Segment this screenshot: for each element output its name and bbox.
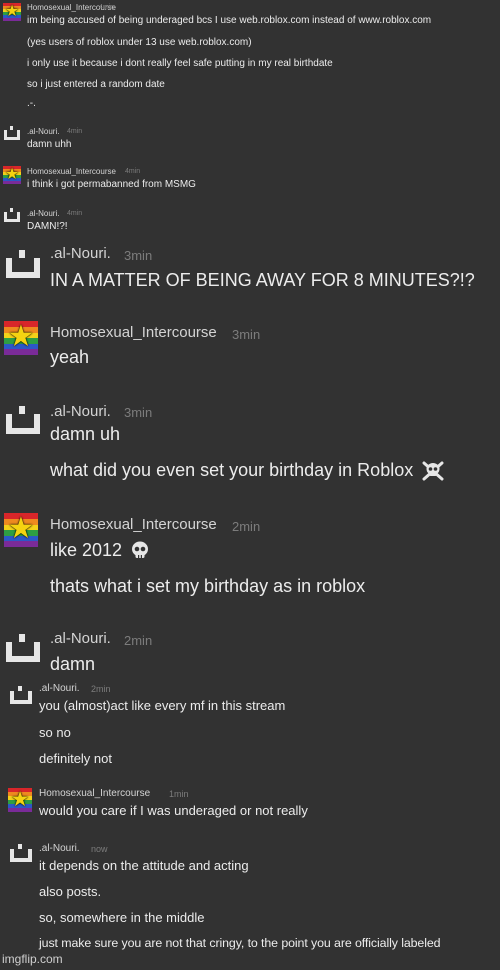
message-text: so no bbox=[39, 725, 71, 740]
username[interactable]: .al-Nouri. bbox=[50, 403, 111, 420]
username[interactable]: Homosexual_Intercourse bbox=[27, 167, 116, 176]
username[interactable]: Homosexual_Intercourse bbox=[50, 324, 217, 341]
star-icon: ★ bbox=[10, 788, 30, 811]
timestamp: 3min bbox=[124, 248, 153, 263]
message-text: damn bbox=[50, 654, 96, 674]
timestamp: 4min bbox=[67, 210, 83, 217]
timestamp: 2min bbox=[232, 519, 261, 534]
smile-face-avatar[interactable] bbox=[4, 208, 20, 222]
message-text: so i just entered a random date bbox=[27, 79, 165, 90]
message-text: it depends on the attitude and acting bbox=[39, 858, 249, 873]
smile-face-avatar[interactable] bbox=[6, 406, 40, 434]
chat-segment-middle: .al-Nouri. 3min IN A MATTER OF BEING AWA… bbox=[0, 236, 500, 680]
username[interactable]: .al-Nouri. bbox=[50, 630, 111, 647]
timestamp: 2min bbox=[91, 684, 111, 694]
username[interactable]: Homosexual_Intercourse bbox=[50, 516, 217, 533]
message-text-content: what did you even set your birthday in R… bbox=[50, 460, 414, 480]
message-text: like 2012 bbox=[50, 540, 150, 561]
star-icon: ★ bbox=[7, 321, 35, 354]
chat-segment-top: ★ Homosexual_Intercourse 4min im being a… bbox=[0, 0, 500, 236]
smile-face-avatar[interactable] bbox=[10, 686, 32, 704]
message-text: im being accused of being underaged bcs … bbox=[27, 15, 432, 26]
timestamp: 4min bbox=[125, 168, 141, 175]
message-text: i think i got permabanned from MSMG bbox=[27, 179, 196, 190]
message-text: DAMN!?! bbox=[27, 221, 68, 232]
message-text: damn uh bbox=[50, 424, 121, 444]
timestamp: 1min bbox=[169, 789, 189, 799]
username[interactable]: .al-Nouri. bbox=[27, 209, 59, 218]
timestamp: 3min bbox=[124, 405, 153, 420]
username[interactable]: .al-Nouri. bbox=[27, 127, 59, 136]
message-text: just make sure you are not that cringy, … bbox=[39, 936, 441, 950]
message-text: also posts. bbox=[39, 884, 102, 899]
timestamp: 4min bbox=[99, 4, 115, 11]
message-text-content: like 2012 bbox=[50, 540, 123, 560]
smile-face-avatar[interactable] bbox=[10, 844, 32, 862]
message-text: IN A MATTER OF BEING AWAY FOR 8 MINUTES?… bbox=[50, 270, 475, 290]
timestamp: now bbox=[91, 844, 108, 854]
skull-emoji bbox=[132, 541, 149, 558]
pride-star-avatar[interactable]: ★ bbox=[4, 513, 38, 547]
message-text: yeah bbox=[50, 347, 90, 367]
message-text: so, somewhere in the middle bbox=[39, 910, 205, 925]
message-text: damn uhh bbox=[27, 139, 72, 150]
pride-star-avatar[interactable]: ★ bbox=[4, 321, 38, 355]
username[interactable]: Homosexual_Intercourse bbox=[39, 788, 150, 799]
message-text: (yes users of roblox under 13 use web.ro… bbox=[27, 37, 252, 48]
smile-face-avatar[interactable] bbox=[4, 126, 20, 140]
message-text: definitely not bbox=[39, 751, 112, 766]
star-icon: ★ bbox=[4, 3, 20, 20]
message-text: i only use it because i dont really feel… bbox=[27, 58, 333, 69]
message-text: .-. bbox=[27, 98, 36, 109]
message-text: what did you even set your birthday in R… bbox=[50, 460, 444, 481]
smile-face-avatar[interactable] bbox=[6, 634, 40, 662]
pride-star-avatar[interactable]: ★ bbox=[3, 3, 21, 21]
username[interactable]: .al-Nouri. bbox=[39, 683, 80, 694]
timestamp: 3min bbox=[232, 327, 261, 342]
username[interactable]: .al-Nouri. bbox=[50, 245, 111, 262]
star-icon: ★ bbox=[4, 166, 20, 183]
username[interactable]: .al-Nouri. bbox=[39, 843, 80, 854]
message-text: you (almost)act like every mf in this st… bbox=[39, 698, 286, 713]
message-text: thats what i set my birthday as in roblo… bbox=[50, 576, 366, 596]
smile-face-avatar[interactable] bbox=[6, 250, 40, 278]
chat-segment-bottom: .al-Nouri. 2min you (almost)act like eve… bbox=[0, 680, 500, 970]
timestamp: 4min bbox=[67, 128, 83, 135]
pride-star-avatar[interactable]: ★ bbox=[8, 788, 32, 812]
message-text: would you care if I was underaged or not… bbox=[39, 803, 308, 818]
star-icon: ★ bbox=[7, 513, 35, 546]
imgflip-watermark: imgflip.com bbox=[2, 952, 63, 966]
pride-star-avatar[interactable]: ★ bbox=[3, 166, 21, 184]
skull-and-crossbones-emoji bbox=[422, 461, 444, 481]
timestamp: 2min bbox=[124, 633, 153, 648]
